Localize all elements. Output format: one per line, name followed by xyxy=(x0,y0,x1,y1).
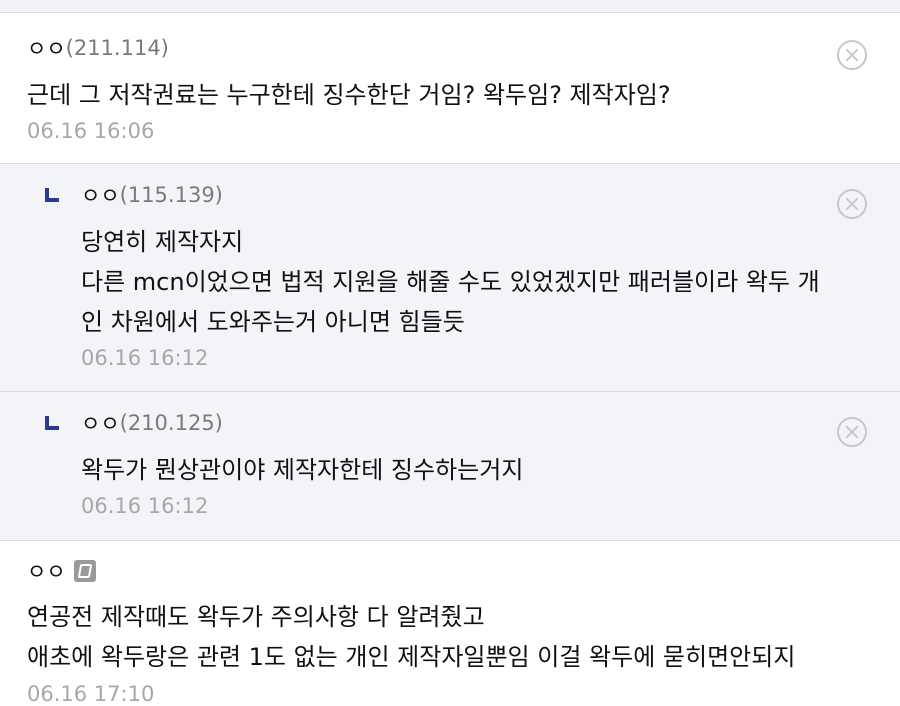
comment-text: 당연히 제작자지 다른 mcn이었으면 법적 지원을 해줄 수도 있었겠지만 패… xyxy=(81,228,820,336)
delete-icon[interactable] xyxy=(837,189,867,219)
delete-icon[interactable] xyxy=(837,40,867,70)
reply-item: ㅇㅇ (115.139) 당연히 제작자지 다른 mcn이었으면 법적 지원을 … xyxy=(0,164,900,392)
comment-time: 06.16 16:12 xyxy=(81,346,209,370)
comment-meta: ㅇㅇ (210.125) xyxy=(81,408,223,438)
comment-time: 06.16 16:06 xyxy=(27,119,155,143)
comment-text: 왁두가 뭔상관이야 제작자한테 징수하는거지 xyxy=(81,456,524,484)
reply-arrow-icon xyxy=(45,416,59,430)
comment-item: ㅇㅇ (211.114) 근데 그 저작권료는 누구한테 징수한단 거임? 왁두… xyxy=(0,13,900,164)
comment-list-page: ㅇㅇ (211.114) 근데 그 저작권료는 누구한테 징수한단 거임? 왁두… xyxy=(0,0,900,706)
comment-text: 연공전 제작때도 왁두가 주의사항 다 알려줬고 애초에 왁두랑은 관련 1도 … xyxy=(27,603,796,671)
comment-item: ㅇㅇ 연공전 제작때도 왁두가 주의사항 다 알려줬고 애초에 왁두랑은 관련 … xyxy=(0,541,900,706)
reply-arrow-icon xyxy=(45,188,59,202)
comment-author[interactable]: ㅇㅇ xyxy=(81,408,120,438)
delete-icon[interactable] xyxy=(837,417,867,447)
comment-meta: ㅇㅇ (211.114) xyxy=(27,33,169,63)
comment-time: 06.16 17:10 xyxy=(27,682,155,706)
comment-ip: (211.114) xyxy=(65,36,169,60)
comment-author[interactable]: ㅇㅇ xyxy=(27,33,66,63)
comment-ip: (210.125) xyxy=(119,411,223,435)
comment-meta: ㅇㅇ (115.139) xyxy=(81,180,223,210)
top-divider xyxy=(0,0,900,13)
comment-author[interactable]: ㅇㅇ xyxy=(81,180,120,210)
mobile-icon xyxy=(73,560,96,582)
comment-meta: ㅇㅇ xyxy=(27,556,96,586)
reply-item: ㅇㅇ (210.125) 왁두가 뭔상관이야 제작자한테 징수하는거지 06.1… xyxy=(0,392,900,541)
comment-author[interactable]: ㅇㅇ xyxy=(27,556,66,586)
comment-text: 근데 그 저작권료는 누구한테 징수한단 거임? 왁두임? 제작자임? xyxy=(27,81,671,109)
comment-time: 06.16 16:12 xyxy=(81,494,209,518)
comment-ip: (115.139) xyxy=(119,183,223,207)
